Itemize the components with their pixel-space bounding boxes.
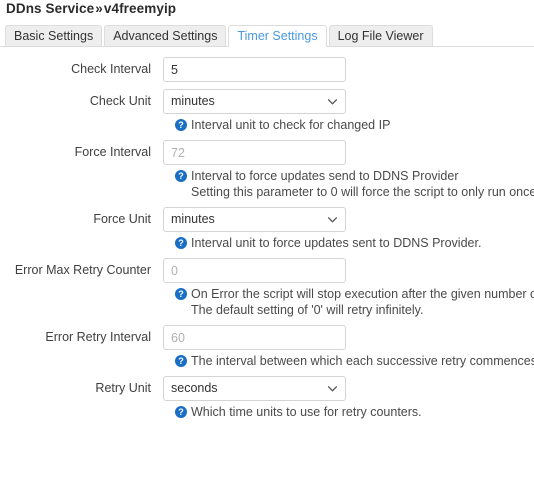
svg-text:?: ?	[178, 120, 184, 130]
select-check-unit[interactable]: minutes	[163, 89, 346, 114]
field-wrap	[163, 140, 346, 165]
help-line-text: The default setting of '0' will retry in…	[191, 303, 424, 317]
timer-settings-form: Check Interval Check Unit minutes? Interval…	[0, 47, 534, 420]
form-row-line: Error Max Retry Counter	[0, 258, 534, 283]
help-text-force-unit: ? Interval unit to force updates sent to …	[175, 235, 534, 251]
form-row-error-retry-interval: Error Retry Interval? The interval betwee…	[0, 325, 534, 369]
page-title: DDns Service»v4freemyip	[0, 0, 534, 17]
svg-text:?: ?	[178, 356, 184, 366]
help-line: ? The interval between which each success…	[175, 353, 534, 369]
select-value: minutes	[171, 94, 215, 108]
tab-advanced-settings[interactable]: Advanced Settings	[104, 25, 227, 46]
help-line: ? On Error the script will stop execution…	[175, 286, 534, 302]
tab-label: Log File Viewer	[337, 29, 424, 43]
help-line-text: On Error the script will stop execution …	[191, 287, 534, 301]
help-text-force-interval: ? Interval to force updates send to DDNS …	[175, 168, 534, 200]
label-error-max-retry-counter: Error Max Retry Counter	[14, 263, 151, 277]
svg-text:?: ?	[178, 238, 184, 248]
ddns-timer-settings-page: DDns Service»v4freemyip Basic Settings Ad…	[0, 0, 534, 500]
help-line: ? Which time units to use for retry count…	[175, 404, 534, 420]
help-line-text: The interval between which each successi…	[191, 354, 534, 368]
help-line: ? Interval to force updates send to DDNS …	[175, 168, 534, 184]
form-row-check-interval: Check Interval	[0, 57, 534, 82]
help-text-check-unit: ? Interval unit to check for changed IP	[175, 117, 534, 133]
question-circle-icon: ?	[175, 288, 187, 300]
svg-text:?: ?	[178, 407, 184, 417]
input-error-retry-interval[interactable]	[163, 325, 346, 350]
form-row-line: Force Interval	[0, 140, 534, 165]
page-title-service: DDns Service	[6, 1, 95, 16]
help-text-error-max-retry-counter: ? On Error the script will stop execution…	[175, 286, 534, 318]
help-line: ? Interval unit to check for changed IP	[175, 117, 534, 133]
field-wrap: minutes	[163, 89, 346, 114]
question-circle-icon: ?	[175, 119, 187, 131]
label-check-interval: Check Interval	[71, 62, 151, 76]
form-row-line: Force Unit minutes	[0, 207, 534, 232]
form-row-line: Check Interval	[0, 57, 534, 82]
help-line: The default setting of '0' will retry in…	[175, 302, 534, 318]
form-row-retry-unit: Retry Unit seconds? Which time units to us…	[0, 376, 534, 420]
question-circle-icon: ?	[175, 406, 187, 418]
tab-basic-settings[interactable]: Basic Settings	[5, 25, 103, 46]
help-text-error-retry-interval: ? The interval between which each success…	[175, 353, 534, 369]
field-wrap: minutes	[163, 207, 346, 232]
tab-label: Advanced Settings	[113, 29, 218, 43]
form-row-line: Retry Unit seconds	[0, 376, 534, 401]
help-text-retry-unit: ? Which time units to use for retry count…	[175, 404, 534, 420]
help-line-text: Interval unit to force updates sent to D…	[191, 236, 482, 250]
field-wrap	[163, 258, 346, 283]
form-row-force-interval: Force Interval? Interval to force updates…	[0, 140, 534, 200]
page-title-instance: v4freemyip	[103, 1, 177, 16]
input-check-interval[interactable]	[163, 57, 346, 82]
select-value: minutes	[171, 212, 215, 226]
label-force-unit: Force Unit	[93, 212, 151, 226]
label-force-interval: Force Interval	[74, 145, 151, 159]
form-row-error-max-retry-counter: Error Max Retry Counter? On Error the scr…	[0, 258, 534, 318]
tab-timer-settings[interactable]: Timer Settings	[228, 25, 327, 47]
tab-label: Timer Settings	[237, 29, 318, 43]
form-row-line: Check Unit minutes	[0, 89, 534, 114]
help-line-text: Interval unit to check for changed IP	[191, 118, 391, 132]
help-line: ? Interval unit to force updates sent to …	[175, 235, 534, 251]
input-force-interval[interactable]	[163, 140, 346, 165]
help-line: Setting this parameter to 0 will force t…	[175, 184, 534, 200]
help-line-text: Which time units to use for retry counte…	[191, 405, 422, 419]
field-wrap: seconds	[163, 376, 346, 401]
page-title-separator: »	[95, 1, 103, 16]
select-value: seconds	[171, 381, 218, 395]
svg-text:?: ?	[178, 289, 184, 299]
label-error-retry-interval: Error Retry Interval	[45, 330, 151, 344]
help-line-text: Interval to force updates send to DDNS P…	[191, 169, 459, 183]
label-retry-unit: Retry Unit	[95, 381, 151, 395]
question-circle-icon: ?	[175, 170, 187, 182]
question-circle-icon: ?	[175, 237, 187, 249]
help-line-text: Setting this parameter to 0 will force t…	[191, 185, 534, 199]
tab-bar: Basic Settings Advanced Settings Timer Set…	[0, 25, 534, 47]
form-row-check-unit: Check Unit minutes? Interval unit to check…	[0, 89, 534, 133]
field-wrap	[163, 57, 346, 82]
tab-label: Basic Settings	[14, 29, 94, 43]
select-retry-unit[interactable]: seconds	[163, 376, 346, 401]
label-check-unit: Check Unit	[89, 94, 151, 108]
svg-text:?: ?	[178, 171, 184, 181]
select-force-unit[interactable]: minutes	[163, 207, 346, 232]
field-wrap	[163, 325, 346, 350]
form-row-force-unit: Force Unit minutes? Interval unit to force…	[0, 207, 534, 251]
question-circle-icon: ?	[175, 355, 187, 367]
tab-log-file-viewer[interactable]: Log File Viewer	[328, 25, 433, 46]
input-error-max-retry-counter[interactable]	[163, 258, 346, 283]
form-row-line: Error Retry Interval	[0, 325, 534, 350]
